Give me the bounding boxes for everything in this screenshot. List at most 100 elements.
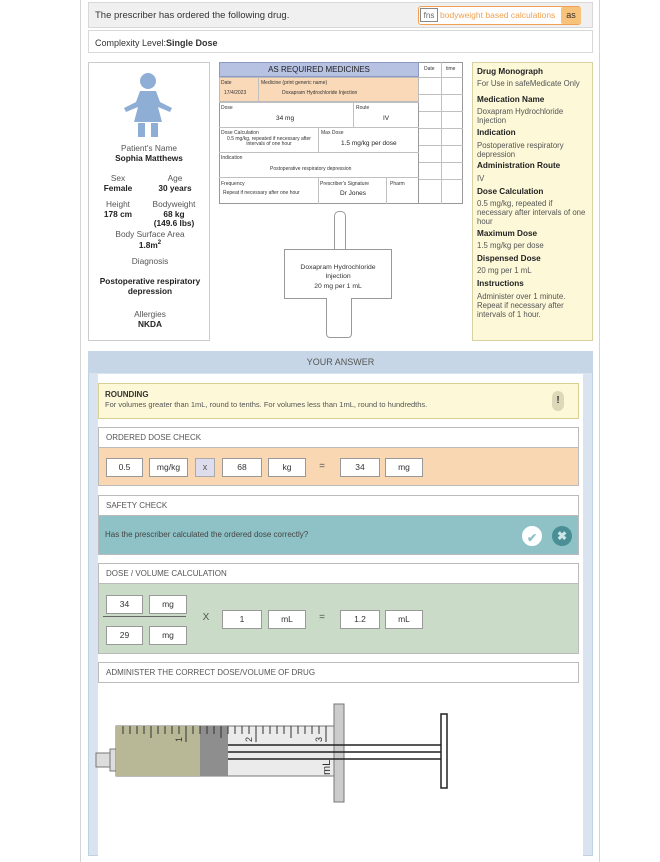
monograph-route-heading: Administration Route <box>477 161 561 170</box>
height-label: Height <box>106 199 130 209</box>
chart-title: AS REQUIRED MEDICINES <box>219 62 419 77</box>
dose-volume-label: DOSE / VOLUME CALCULATION <box>98 563 579 584</box>
complexity-label: Complexity Level: <box>95 38 167 48</box>
syringe-graphic[interactable]: 1 2 3 mL <box>94 700 454 805</box>
dv-multiply-operator: X <box>202 612 210 623</box>
age-value: 30 years <box>158 183 192 193</box>
dv-volume-unit[interactable]: mL <box>268 610 306 629</box>
chart-indication: Postoperative respiratory depression <box>270 166 352 172</box>
dv-numerator-input[interactable]: 34 <box>106 595 143 614</box>
monograph-instructions-heading: Instructions <box>477 279 524 288</box>
multiply-operator: x <box>195 458 215 477</box>
rounding-title: ROUNDING <box>105 390 149 399</box>
administer-label: ADMINISTER THE CORRECT DOSE/VOLUME OF DR… <box>98 662 579 683</box>
monograph-max-heading: Maximum Dose <box>477 229 538 238</box>
ampoule-form: Injection <box>325 273 351 280</box>
syringe-tick-label: 3 <box>314 737 324 742</box>
monograph-instructions: Administer over 1 minute. Repeat if nece… <box>477 292 566 319</box>
safety-check-label: SAFETY CHECK <box>98 495 579 516</box>
syringe-tick-label: 2 <box>244 737 254 742</box>
monograph-route: IV <box>477 174 485 183</box>
alert-icon[interactable]: ! <box>552 391 564 411</box>
category-badge-label: bodyweight based calculations <box>440 10 556 20</box>
weight-label: Bodyweight <box>152 199 196 209</box>
fraction-bar <box>103 616 186 617</box>
allergies-value: NKDA <box>138 319 162 329</box>
syringe-flange <box>333 703 345 803</box>
monograph-name-heading: Medication Name <box>477 95 545 104</box>
chart-pharm-label: Pharm <box>390 181 405 187</box>
chart-col-time: time <box>446 66 456 72</box>
yes-check-icon[interactable]: ✔ <box>522 526 542 546</box>
as-logo-icon: as <box>561 7 581 24</box>
ordered-dose-input[interactable]: 0.5 <box>106 458 143 477</box>
chart-maxdose-label: Max Dose <box>321 130 344 136</box>
sex-label: Sex <box>110 173 126 183</box>
dv-result-input[interactable]: 1.2 <box>340 610 380 629</box>
ampoule-base <box>326 298 352 338</box>
chart-calc: 0.5 mg/kg, repeated if necessary after i… <box>227 136 311 147</box>
sex-value: Female <box>103 183 133 193</box>
monograph-dispensed: 20 mg per 1 mL <box>477 266 532 275</box>
bsa-label: Body Surface Area <box>115 229 185 239</box>
patient-name: Sophia Matthews <box>115 153 183 163</box>
ampoule-drug: Doxapram Hydrochloride <box>300 264 376 271</box>
weight-input[interactable]: 68 <box>222 458 262 477</box>
chart-date: 17/4/2023 <box>224 90 247 96</box>
monograph-subtitle: For Use in safeMedicate Only <box>477 79 580 88</box>
dv-denominator-input[interactable]: 29 <box>106 626 143 645</box>
monograph-calc: 0.5 mg/kg, repeated if necessary after i… <box>477 199 586 226</box>
monograph-dispensed-heading: Dispensed Dose <box>477 254 541 263</box>
age-label: Age <box>167 173 183 183</box>
height-value: 178 cm <box>103 209 133 219</box>
safety-question: Has the prescriber calculated the ordere… <box>105 530 309 539</box>
chart-route-label: Route <box>356 105 370 111</box>
chart-maxdose: 1.5 mg/kg per dose <box>341 140 397 147</box>
chart-signature: Dr Jones <box>340 190 367 197</box>
chart-dose-label: Dose <box>221 105 233 111</box>
ampoule-neck <box>334 211 346 251</box>
chart-frequency-label: Frequency <box>221 181 245 187</box>
dv-volume-input[interactable]: 1 <box>222 610 262 629</box>
monograph-indication-heading: Indication <box>477 128 516 137</box>
dv-denominator-unit[interactable]: mg <box>149 626 187 645</box>
rounding-text: For volumes greater than 1mL, round to t… <box>105 400 428 409</box>
ordered-result-input[interactable]: 34 <box>340 458 380 477</box>
syringe-unit-label: mL <box>321 760 333 775</box>
ordered-result-unit[interactable]: mg <box>385 458 423 477</box>
fns-logo-icon: fns <box>420 8 438 22</box>
dv-numerator-unit[interactable]: mg <box>149 595 187 614</box>
chart-medicine-label: Medicine (print generic name) <box>261 80 328 86</box>
chart-medicine: Doxapram Hydrochloride Injection <box>282 90 358 96</box>
ordered-dose-label: ORDERED DOSE CHECK <box>98 427 579 448</box>
answer-title: YOUR ANSWER <box>88 351 593 373</box>
ordered-dose-unit[interactable]: mg/kg <box>149 458 188 477</box>
monograph-name: Doxapram Hydrochloride Injection <box>477 107 564 125</box>
diagnosis-value: Postoperative respiratory depression <box>99 276 201 296</box>
weight-lbs: (149.6 lbs) <box>153 218 195 228</box>
chart-frequency: Repeat if necessary after one hour <box>223 190 300 196</box>
ampoule-strength: 20 mg per 1 mL <box>314 283 362 290</box>
allergies-label: Allergies <box>134 309 166 319</box>
chart-signature-label: Prescriber's Signature <box>320 181 370 187</box>
patient-name-label: Patient's Name <box>121 143 177 153</box>
monograph-calc-heading: Dose Calculation <box>477 187 544 196</box>
chart-date-label: Date <box>221 80 232 86</box>
dv-equals-operator: = <box>319 612 325 623</box>
chart-dose: 34 mg <box>276 115 295 122</box>
monograph-title: Drug Monograph <box>477 67 543 76</box>
monograph-max: 1.5 mg/kg per dose <box>477 241 544 250</box>
patient-avatar-icon <box>124 73 172 137</box>
equals-operator: = <box>319 461 325 472</box>
plunger-thumb <box>440 713 448 789</box>
chart-indication-label: Indication <box>221 155 243 161</box>
monograph-indication: Postoperative respiratory depression <box>477 141 564 159</box>
weight-unit[interactable]: kg <box>268 458 306 477</box>
no-cross-icon[interactable]: ✖ <box>552 526 572 546</box>
syringe-tick-label: 1 <box>174 737 184 742</box>
instruction-text: The prescriber has ordered the following… <box>95 10 290 21</box>
dv-result-unit[interactable]: mL <box>385 610 423 629</box>
complexity-value: Single Dose <box>166 38 218 48</box>
chart-route: IV <box>383 115 390 122</box>
chart-col-date: Date <box>424 66 435 72</box>
